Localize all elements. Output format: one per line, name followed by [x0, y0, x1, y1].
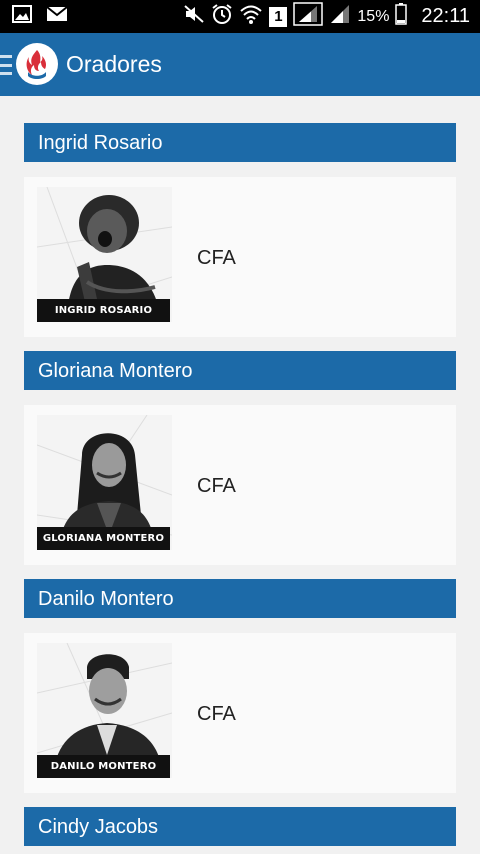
speaker-organization: CFA	[197, 703, 236, 725]
speaker-organization: CFA	[197, 475, 236, 497]
speaker-name-header[interactable]: Ingrid Rosario	[24, 123, 456, 162]
speaker-organization: CFA	[197, 247, 236, 269]
wifi-icon	[239, 3, 263, 30]
email-notification-icon	[46, 6, 68, 27]
app-logo-flame-icon[interactable]	[16, 43, 58, 85]
battery-percentage: 15%	[357, 7, 390, 25]
speaker-card[interactable]: INGRID ROSARIO CFA	[24, 177, 456, 337]
speaker-card[interactable]: DANILO MONTERO CFA	[24, 633, 456, 793]
speaker-card[interactable]: GLORIANA MONTERO CFA	[24, 405, 456, 565]
speaker-name-header[interactable]: Cindy Jacobs	[24, 807, 456, 846]
battery-icon	[395, 3, 408, 30]
clock: 22:11	[421, 5, 470, 27]
speaker-photo: INGRID ROSARIO	[37, 187, 172, 322]
hamburger-menu-icon[interactable]	[0, 55, 12, 75]
speaker-name-header[interactable]: Gloriana Montero	[24, 351, 456, 390]
mute-icon	[183, 4, 205, 29]
signal-strength-icon-2	[329, 3, 351, 30]
photo-caption: GLORIANA MONTERO	[37, 527, 170, 550]
gallery-notification-icon	[12, 5, 32, 28]
page-title: Oradores	[66, 51, 162, 77]
status-bar: 1 15% 22:11	[0, 0, 480, 33]
sim-slot-icon: 1	[269, 6, 288, 27]
photo-caption: INGRID ROSARIO	[37, 299, 170, 322]
speaker-photo: DANILO MONTERO	[37, 643, 172, 778]
alarm-icon	[211, 3, 233, 30]
photo-caption: DANILO MONTERO	[37, 755, 170, 778]
speaker-name-header[interactable]: Danilo Montero	[24, 579, 456, 618]
speaker-photo: GLORIANA MONTERO	[37, 415, 172, 550]
app-bar: Oradores	[0, 33, 480, 96]
signal-strength-icon	[293, 2, 324, 31]
